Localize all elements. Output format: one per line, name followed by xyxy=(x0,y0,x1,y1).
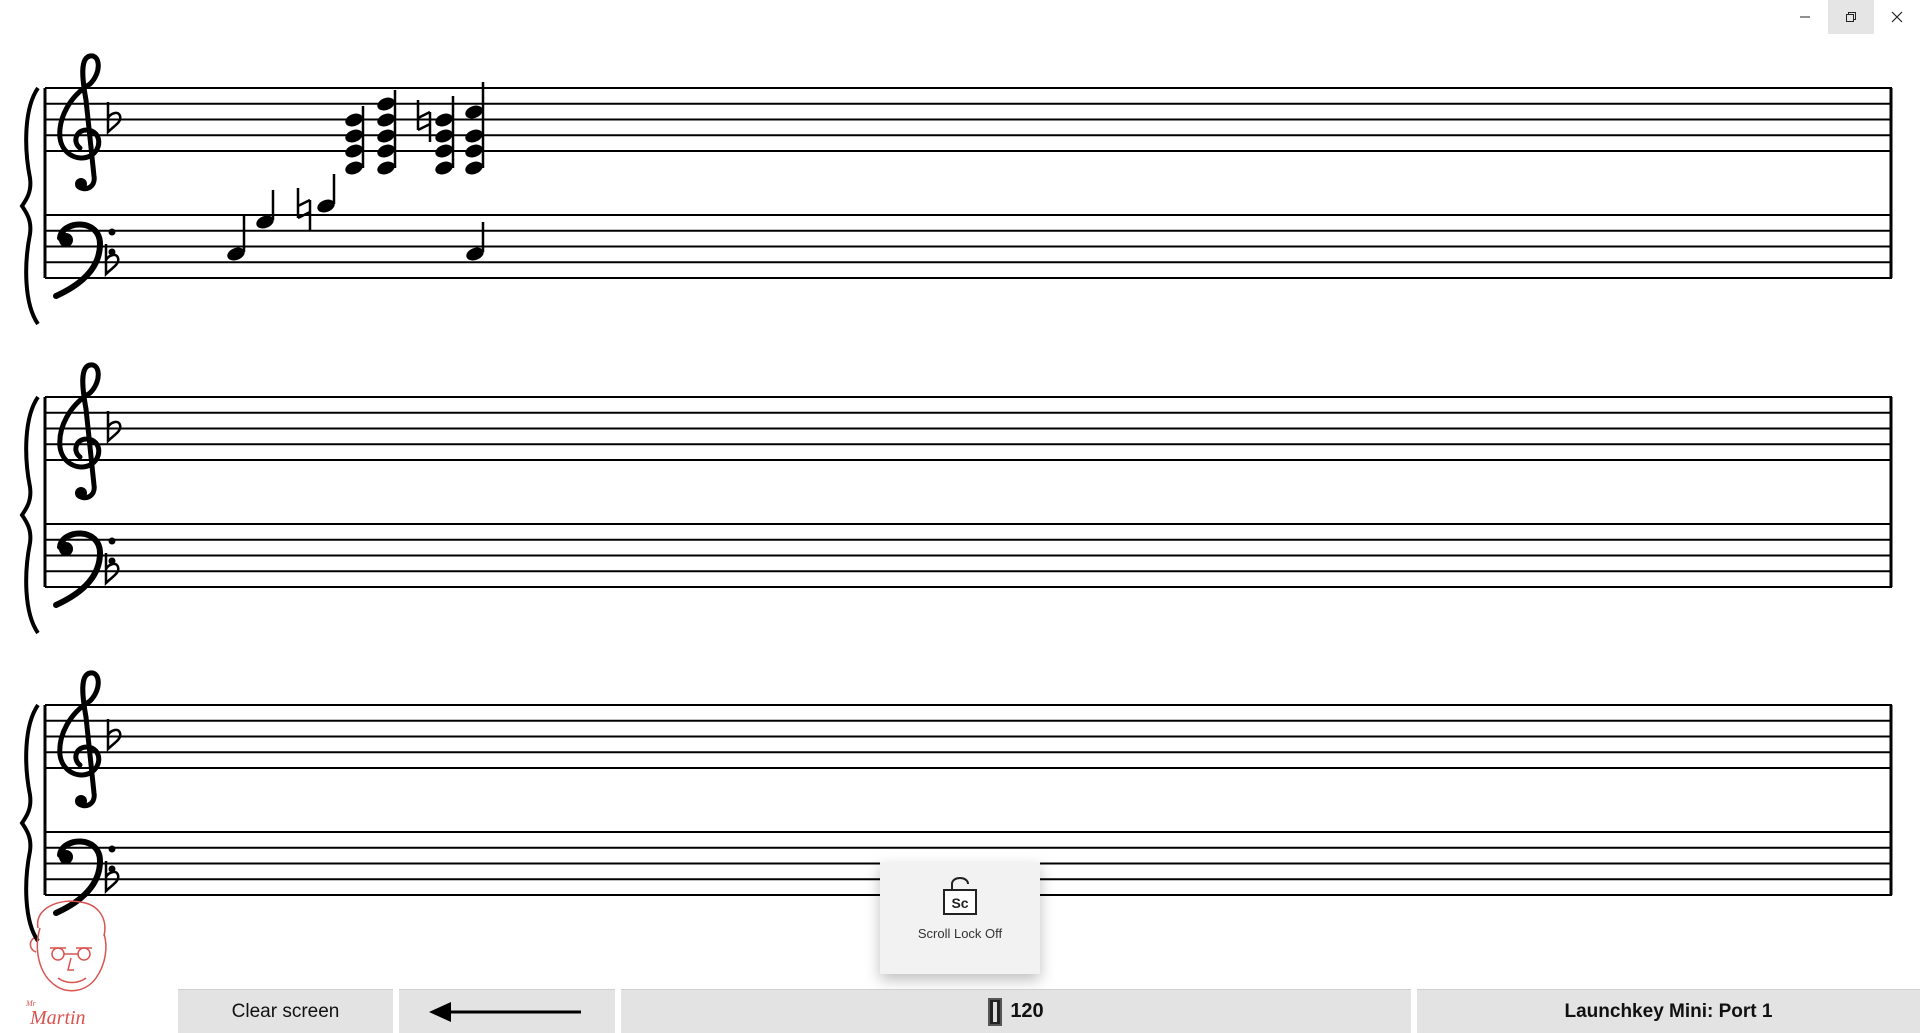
scroll-lock-icon-text: Sc xyxy=(951,895,968,911)
treble-staff xyxy=(44,704,1893,769)
chord[interactable] xyxy=(433,96,455,177)
clear-screen-button[interactable]: Clear screen xyxy=(178,989,393,1033)
scroll-lock-label: Scroll Lock Off xyxy=(917,926,1003,941)
note[interactable] xyxy=(254,190,276,231)
flat-icon xyxy=(104,859,120,893)
treble-clef-icon xyxy=(60,56,99,190)
flat-icon xyxy=(106,717,122,751)
treble-clef-icon xyxy=(60,673,99,807)
back-button[interactable] xyxy=(399,989,615,1033)
note[interactable] xyxy=(315,174,337,215)
treble-clef-icon xyxy=(60,365,99,499)
bass-staff xyxy=(44,523,1893,588)
chord[interactable] xyxy=(463,82,485,177)
flat-icon xyxy=(106,100,122,134)
scroll-lock-popup: Sc Scroll Lock Off xyxy=(880,862,1040,974)
score-canvas[interactable] xyxy=(0,0,1920,990)
left-arrow-icon xyxy=(429,1001,581,1022)
note[interactable] xyxy=(225,216,247,263)
metronome-icon xyxy=(988,997,1003,1026)
treble-staff xyxy=(44,396,1893,461)
system-2 xyxy=(20,365,1893,635)
natural-icon xyxy=(296,186,312,232)
note[interactable] xyxy=(464,222,486,263)
brace-icon xyxy=(20,395,40,635)
logo: Mr Martin xyxy=(25,900,107,1028)
system-1 xyxy=(20,56,1893,326)
flat-icon xyxy=(104,551,120,585)
midi-device-selector[interactable]: Launchkey Mini: Port 1 xyxy=(1417,989,1920,1033)
logo-text: Martin xyxy=(29,1007,86,1028)
chord[interactable] xyxy=(343,106,365,177)
brace-icon xyxy=(20,86,40,326)
scroll-lock-icon: Sc xyxy=(943,877,977,915)
treble-staff xyxy=(44,87,1893,152)
tempo-display[interactable]: 120 xyxy=(621,989,1411,1033)
status-bar: Clear screen 120 Launchkey Mini: Port 1 xyxy=(178,989,1920,1033)
flat-icon xyxy=(106,409,122,443)
flat-icon xyxy=(104,242,120,276)
chord[interactable] xyxy=(375,90,397,177)
bass-staff xyxy=(44,214,1893,279)
tempo-value: 120 xyxy=(1010,1000,1044,1022)
